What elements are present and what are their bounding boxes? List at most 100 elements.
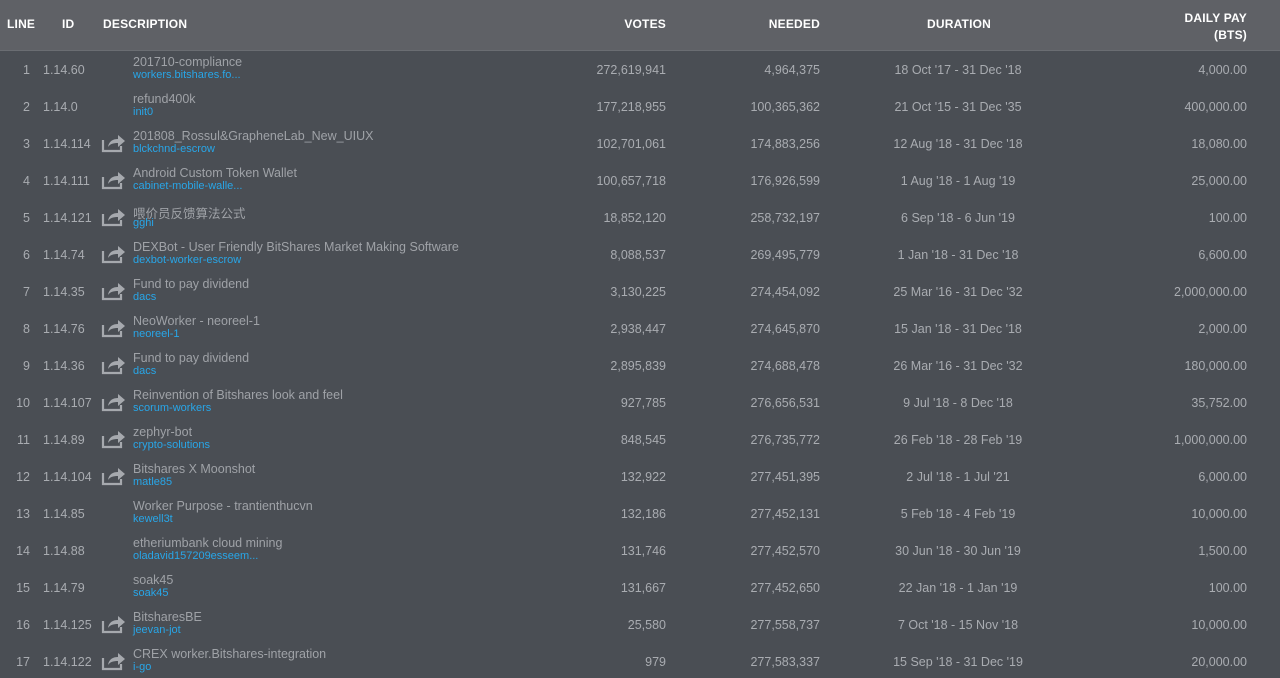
table-row[interactable]: 9 1.14.36 Fund to pay dividend dacs 2,895,83… <box>0 347 1280 384</box>
row-daily-pay: 18,080.00 <box>1191 137 1247 151</box>
column-header-daily-pay[interactable]: DAILY PAY (BTS) <box>1185 10 1248 44</box>
row-needed: 258,732,197 <box>750 211 820 225</box>
row-worker-title[interactable]: refund400k <box>133 92 196 106</box>
row-worker-owner-link[interactable]: blckchnd-escrow <box>133 143 215 155</box>
row-worker-owner-link[interactable]: oladavid157209esseem... <box>133 550 258 562</box>
row-worker-title[interactable]: NeoWorker - neoreel-1 <box>133 314 260 328</box>
row-needed: 277,583,337 <box>750 655 820 669</box>
column-header-duration[interactable]: DURATION <box>898 17 1020 31</box>
row-line-number: 5 <box>23 211 30 225</box>
column-header-needed[interactable]: NEEDED <box>769 17 820 31</box>
share-link-icon[interactable] <box>101 133 127 153</box>
row-worker-title[interactable]: Android Custom Token Wallet <box>133 166 297 180</box>
table-row[interactable]: 12 1.14.104 Bitshares X Moonshot matle85 132… <box>0 458 1280 495</box>
share-link-icon[interactable] <box>101 614 127 634</box>
table-row[interactable]: 15 1.14.79 soak45 soak45 131,667 277,452,650 2… <box>0 569 1280 606</box>
table-row[interactable]: 2 1.14.0 refund400k init0 177,218,955 100,365… <box>0 88 1280 125</box>
row-duration: 21 Oct '15 - 31 Dec '35 <box>894 100 1022 114</box>
row-worker-title[interactable]: Worker Purpose - trantienthucvn <box>133 499 313 513</box>
row-worker-owner-link[interactable]: dacs <box>133 365 156 377</box>
table-row[interactable]: 8 1.14.76 NeoWorker - neoreel-1 neoreel-1 2,… <box>0 310 1280 347</box>
share-link-icon[interactable] <box>101 207 127 227</box>
share-link-icon[interactable] <box>101 466 127 486</box>
row-votes: 177,218,955 <box>596 100 666 114</box>
row-worker-owner-link[interactable]: init0 <box>133 106 153 118</box>
row-worker-owner-link[interactable]: kewell3t <box>133 513 173 525</box>
row-worker-owner-link[interactable]: soak45 <box>133 587 168 599</box>
row-votes: 3,130,225 <box>610 285 666 299</box>
row-votes: 25,580 <box>627 618 666 632</box>
row-line-number: 8 <box>23 322 30 336</box>
share-link-icon[interactable] <box>101 355 127 375</box>
row-daily-pay: 10,000.00 <box>1191 618 1247 632</box>
row-worker-title[interactable]: zephyr-bot <box>133 425 192 439</box>
table-row[interactable]: 7 1.14.35 Fund to pay dividend dacs 3,130,22… <box>0 273 1280 310</box>
table-row[interactable]: 17 1.14.122 CREX worker.Bitshares-integrat… <box>0 643 1280 678</box>
row-worker-owner-link[interactable]: i-go <box>133 661 151 673</box>
share-link-icon[interactable] <box>101 281 127 301</box>
row-line-number: 9 <box>23 359 30 373</box>
row-votes: 132,186 <box>620 507 666 521</box>
row-line-number: 12 <box>16 470 30 484</box>
column-header-description[interactable]: DESCRIPTION <box>103 17 187 31</box>
row-worker-id: 1.14.121 <box>43 211 92 225</box>
table-row[interactable]: 5 1.14.121 喂价员反馈算法公式 gghi 18,852,120 258,732,… <box>0 199 1280 236</box>
workers-table: LINE ID DESCRIPTION VOTES NEEDED DURATIO… <box>0 0 1280 678</box>
row-worker-owner-link[interactable]: neoreel-1 <box>133 328 179 340</box>
table-row[interactable]: 10 1.14.107 Reinvention of Bitshares look … <box>0 384 1280 421</box>
table-row[interactable]: 13 1.14.85 Worker Purpose - trantienthucvn… <box>0 495 1280 532</box>
share-link-icon[interactable] <box>101 244 127 264</box>
table-row[interactable]: 6 1.14.74 DEXBot - User Friendly BitShares… <box>0 236 1280 273</box>
row-duration: 30 Jun '18 - 30 Jun '19 <box>895 544 1021 558</box>
table-row[interactable]: 11 1.14.89 zephyr-bot crypto-solutions 848,5… <box>0 421 1280 458</box>
row-worker-owner-link[interactable]: cabinet-mobile-walle... <box>133 180 242 192</box>
row-worker-id: 1.14.104 <box>43 470 92 484</box>
row-worker-owner-link[interactable]: workers.bitshares.fo... <box>133 69 241 81</box>
row-worker-title[interactable]: Bitshares X Moonshot <box>133 462 255 476</box>
column-header-daily-pay-label: DAILY PAY <box>1184 11 1247 25</box>
row-worker-owner-link[interactable]: crypto-solutions <box>133 439 210 451</box>
table-row[interactable]: 3 1.14.114 201808_Rossul&GrapheneLab_New_U… <box>0 125 1280 162</box>
row-worker-title[interactable]: CREX worker.Bitshares-integration <box>133 647 326 661</box>
table-row[interactable]: 4 1.14.111 Android Custom Token Wallet cabi… <box>0 162 1280 199</box>
row-worker-title[interactable]: BitsharesBE <box>133 610 202 624</box>
table-row[interactable]: 16 1.14.125 BitsharesBE jeevan-jot 25,580 277… <box>0 606 1280 643</box>
row-worker-owner-link[interactable]: dacs <box>133 291 156 303</box>
row-worker-owner-link[interactable]: matle85 <box>133 476 172 488</box>
share-link-icon[interactable] <box>101 392 127 412</box>
row-worker-owner-link[interactable]: scorum-workers <box>133 402 211 414</box>
row-worker-title[interactable]: Fund to pay dividend <box>133 351 249 365</box>
row-worker-id: 1.14.76 <box>43 322 85 336</box>
row-daily-pay: 25,000.00 <box>1191 174 1247 188</box>
row-worker-title[interactable]: DEXBot - User Friendly BitShares Market … <box>133 240 459 254</box>
row-needed: 176,926,599 <box>750 174 820 188</box>
table-body: 1 1.14.60 201710-compliance workers.bitshar… <box>0 51 1280 678</box>
share-link-icon[interactable] <box>101 170 127 190</box>
row-votes: 2,938,447 <box>610 322 666 336</box>
share-link-icon[interactable] <box>101 651 127 671</box>
share-link-icon[interactable] <box>101 429 127 449</box>
row-worker-id: 1.14.125 <box>43 618 92 632</box>
column-header-votes[interactable]: VOTES <box>624 17 666 31</box>
share-link-icon[interactable] <box>101 318 127 338</box>
row-duration: 6 Sep '18 - 6 Jun '19 <box>901 211 1015 225</box>
row-worker-title[interactable]: 201710-compliance <box>133 55 242 69</box>
column-header-id[interactable]: ID <box>62 17 74 31</box>
row-worker-owner-link[interactable]: gghi <box>133 217 154 229</box>
column-header-daily-pay-unit: (BTS) <box>1214 28 1247 42</box>
row-worker-title[interactable]: etheriumbank cloud mining <box>133 536 282 550</box>
row-worker-owner-link[interactable]: jeevan-jot <box>133 624 181 636</box>
row-line-number: 11 <box>17 433 30 447</box>
row-worker-title[interactable]: 201808_Rossul&GrapheneLab_New_UIUX <box>133 129 373 143</box>
row-duration: 25 Mar '16 - 31 Dec '32 <box>893 285 1023 299</box>
row-votes: 131,667 <box>620 581 666 595</box>
column-header-line[interactable]: LINE <box>7 17 35 31</box>
row-worker-title[interactable]: Reinvention of Bitshares look and feel <box>133 388 343 402</box>
row-line-number: 14 <box>16 544 30 558</box>
row-worker-owner-link[interactable]: dexbot-worker-escrow <box>133 254 241 266</box>
row-worker-title[interactable]: Fund to pay dividend <box>133 277 249 291</box>
row-daily-pay: 35,752.00 <box>1191 396 1247 410</box>
row-worker-title[interactable]: soak45 <box>133 573 173 587</box>
table-row[interactable]: 1 1.14.60 201710-compliance workers.bitshar… <box>0 51 1280 88</box>
table-row[interactable]: 14 1.14.88 etheriumbank cloud mining oladav… <box>0 532 1280 569</box>
